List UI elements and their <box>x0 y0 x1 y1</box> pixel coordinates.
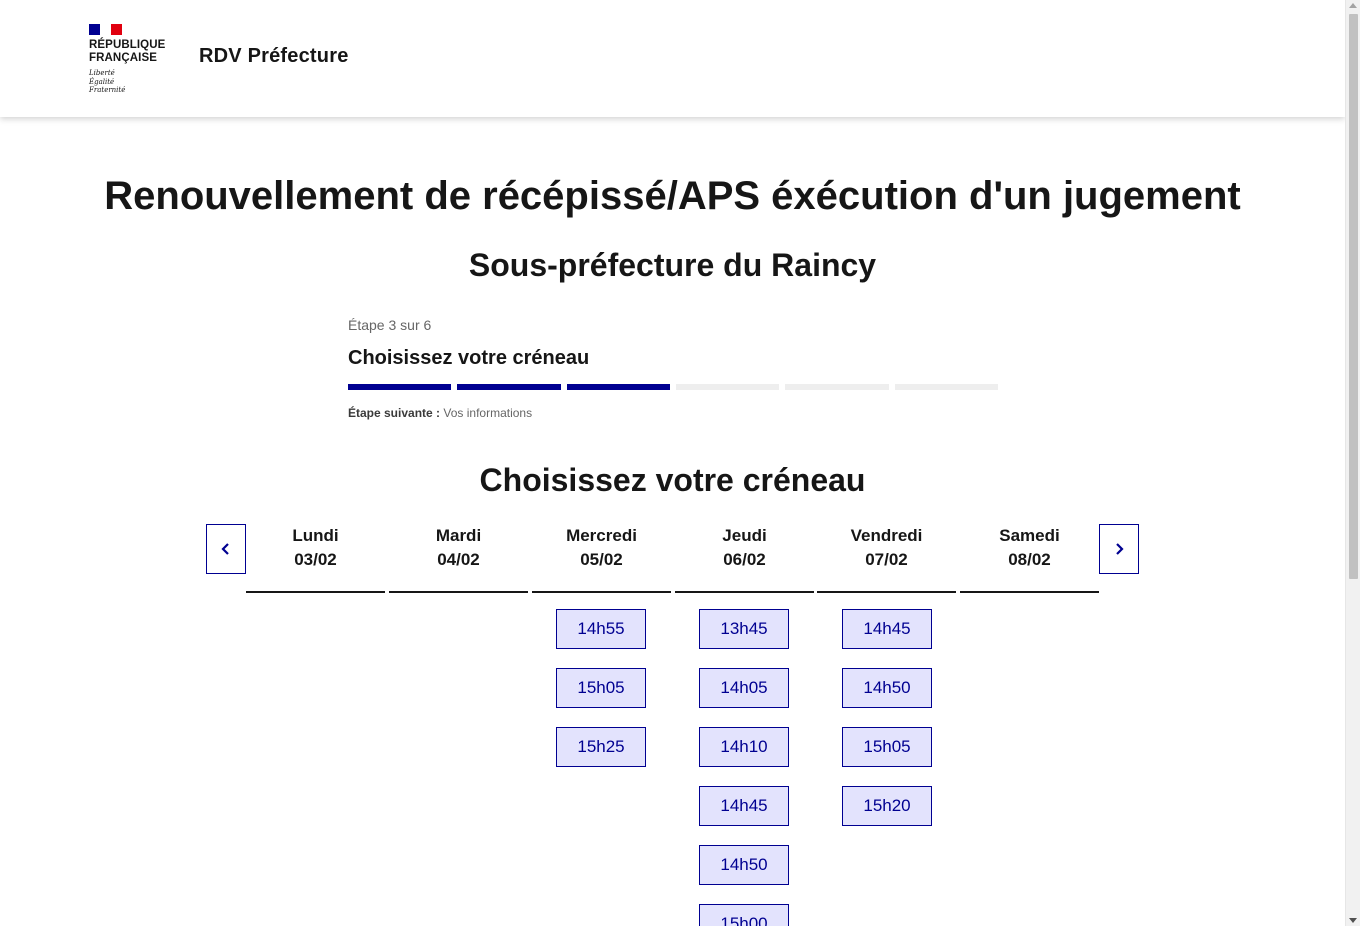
day-name: Lundi <box>292 526 339 545</box>
time-slot-button[interactable]: 15h00 <box>699 904 789 926</box>
site-title[interactable]: RDV Préfecture <box>199 45 349 68</box>
step-bar-6 <box>894 384 998 390</box>
time-slot-button[interactable]: 14h45 <box>842 609 932 649</box>
logo-line-1: RÉPUBLIQUE <box>89 39 166 51</box>
day-date: 04/02 <box>437 550 480 569</box>
day-name: Jeudi <box>722 526 767 545</box>
stepper-state: Étape 3 sur 6 <box>348 317 432 333</box>
day-column-saturday: Samedi 08/02 <box>960 524 1099 593</box>
step-bar-2 <box>457 384 561 390</box>
stepper-next-label: Étape suivante : <box>348 406 441 420</box>
day-date: 07/02 <box>865 550 908 569</box>
day-column-friday: Vendredi 07/02 <box>817 524 956 593</box>
step-bar-1 <box>348 384 452 390</box>
day-date: 05/02 <box>580 550 623 569</box>
logo-motto: Liberté Égalité Fraternité <box>89 69 169 95</box>
motto-egalite: Égalité <box>89 77 115 86</box>
chevron-left-icon <box>221 543 229 555</box>
site-header: RÉPUBLIQUE FRANÇAISE Liberté Égalité Fra… <box>0 0 1345 117</box>
day-column-wednesday: Mercredi 05/02 <box>532 524 671 593</box>
republique-francaise-logo[interactable]: RÉPUBLIQUE FRANÇAISE Liberté Égalité Fra… <box>89 24 169 95</box>
time-slot-button[interactable]: 14h50 <box>699 845 789 885</box>
scroll-up-arrow-icon[interactable] <box>1349 3 1357 8</box>
stepper-title: Choisissez votre créneau <box>348 347 590 369</box>
day-underline <box>817 591 956 593</box>
time-slot-button[interactable]: 14h55 <box>556 609 646 649</box>
day-name: Mercredi <box>566 526 637 545</box>
day-date: 08/02 <box>1008 550 1051 569</box>
motto-fraternite: Fraternité <box>89 86 126 94</box>
page-scrollbar[interactable] <box>1345 0 1360 926</box>
day-underline <box>960 591 1099 593</box>
day-name: Vendredi <box>850 526 923 545</box>
time-slot-button[interactable]: 15h25 <box>556 727 646 767</box>
time-slot-button[interactable]: 14h50 <box>842 668 932 708</box>
stepper-progress <box>348 384 998 390</box>
step-bar-4 <box>675 384 780 390</box>
day-column-tuesday: Mardi 04/02 <box>389 524 528 593</box>
stepper-next-step: Étape suivante : Vos informations <box>348 405 998 421</box>
motto-liberte: Liberté <box>89 69 115 77</box>
time-slot-button[interactable]: 13h45 <box>699 609 789 649</box>
day-column-thursday: Jeudi 06/02 <box>675 524 814 593</box>
calendar-heading: Choisissez votre créneau <box>479 462 866 498</box>
page-title: Renouvellement de récépissé/APS éxécutio… <box>104 174 1241 218</box>
stepper-next-value: Vos informations <box>443 406 533 420</box>
day-underline <box>246 591 385 593</box>
day-underline <box>389 591 528 593</box>
time-slot-button[interactable]: 15h05 <box>556 668 646 708</box>
step-bar-5 <box>785 384 889 390</box>
day-underline <box>675 591 814 593</box>
previous-days-button[interactable] <box>206 524 246 574</box>
day-date: 03/02 <box>294 550 337 569</box>
stepper: Étape 3 sur 6 Choisissez votre créneau É… <box>348 316 998 421</box>
step-bar-3 <box>566 384 670 390</box>
scroll-down-arrow-icon[interactable] <box>1349 918 1357 923</box>
logo-text: RÉPUBLIQUE FRANÇAISE <box>89 39 169 65</box>
day-name: Samedi <box>999 526 1060 545</box>
logo-line-2: FRANÇAISE <box>89 52 157 64</box>
time-slot-button[interactable]: 15h20 <box>842 786 932 826</box>
chevron-right-icon <box>1116 543 1124 555</box>
day-date: 06/02 <box>723 550 766 569</box>
time-slot-button[interactable]: 15h05 <box>842 727 932 767</box>
french-flag-icon <box>89 24 122 35</box>
page-subtitle: Sous-préfecture du Raincy <box>468 247 877 283</box>
day-column-monday: Lundi 03/02 <box>246 524 385 593</box>
next-days-button[interactable] <box>1099 524 1139 574</box>
time-slot-button[interactable]: 14h45 <box>699 786 789 826</box>
scroll-thumb[interactable] <box>1349 14 1358 579</box>
day-underline <box>532 591 671 593</box>
time-slot-button[interactable]: 14h10 <box>699 727 789 767</box>
time-slot-button[interactable]: 14h05 <box>699 668 789 708</box>
day-name: Mardi <box>435 526 482 545</box>
